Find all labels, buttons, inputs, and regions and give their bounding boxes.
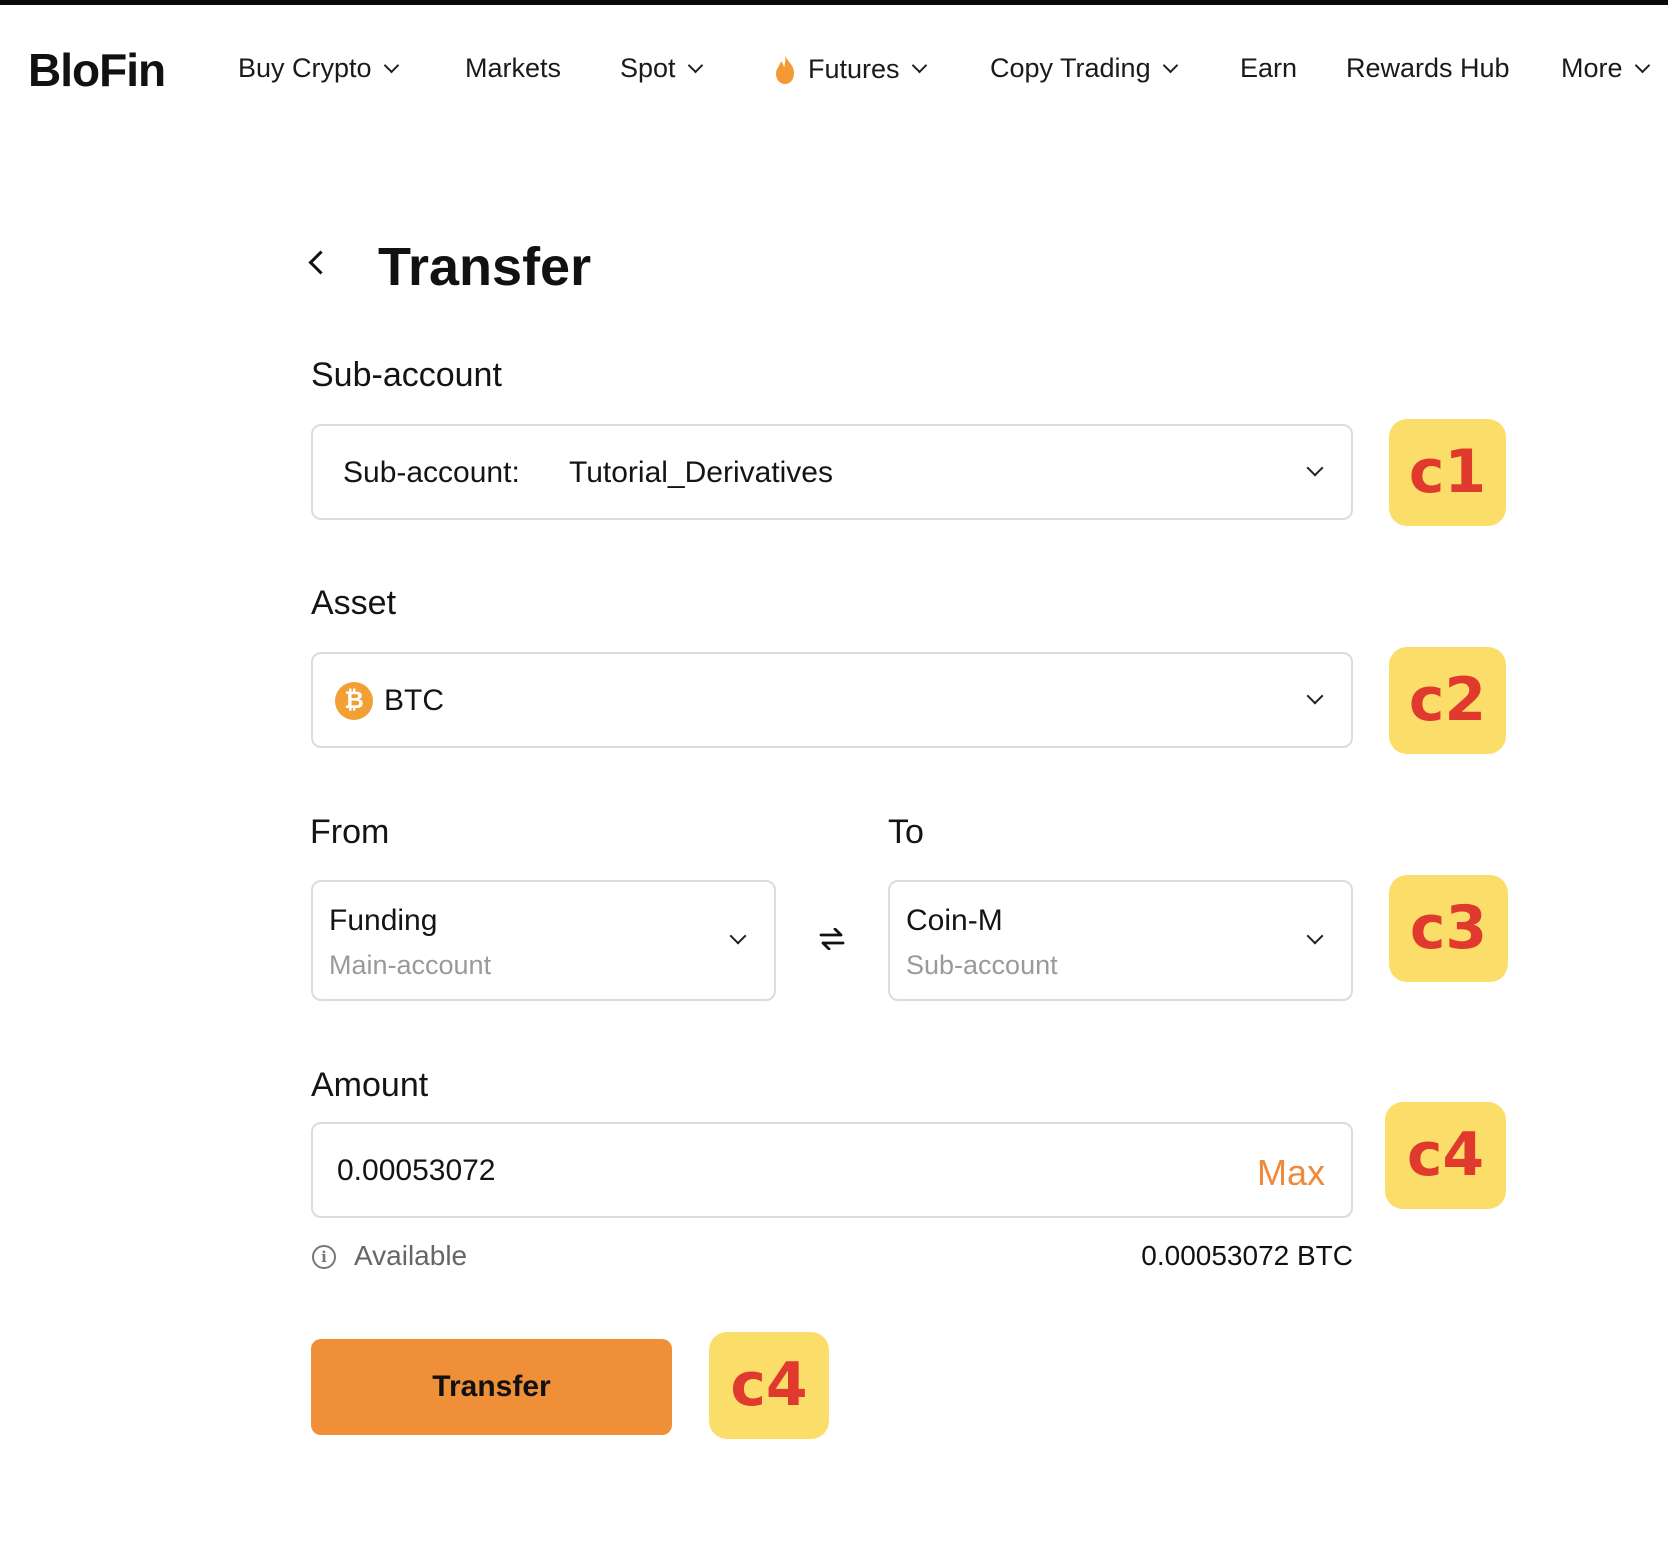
bitcoin-icon: ₿	[335, 682, 373, 720]
chevron-down-icon	[1306, 687, 1324, 705]
amount-label: Amount	[311, 1066, 429, 1104]
from-label: From	[310, 813, 390, 851]
nav-rewards-hub[interactable]: Rewards Hub	[1346, 53, 1510, 84]
to-account-name: Coin-M	[906, 904, 1003, 937]
transfer-button[interactable]: Transfer	[311, 1339, 672, 1435]
subaccount-label: Sub-account	[311, 356, 502, 394]
subaccount-select[interactable]: Sub-account: Tutorial_Derivatives	[311, 424, 1353, 520]
available-label: Available	[354, 1240, 468, 1271]
asset-value: BTC	[384, 684, 444, 717]
back-arrow-icon[interactable]	[308, 250, 333, 275]
annotation-badge-c2: c2	[1389, 647, 1506, 754]
nav-futures[interactable]: Futures	[772, 53, 927, 85]
nav-earn[interactable]: Earn	[1240, 53, 1297, 84]
chevron-down-icon	[1306, 927, 1324, 945]
nav-more[interactable]: More	[1561, 53, 1650, 84]
amount-input[interactable]: 0.00053072 Max	[311, 1122, 1353, 1218]
to-account-select[interactable]: Coin-M Sub-account	[888, 880, 1353, 1001]
max-button[interactable]: Max	[1257, 1152, 1325, 1194]
annotation-badge-c4: c4	[1385, 1102, 1506, 1209]
chevron-down-icon	[1306, 459, 1324, 477]
chevron-down-icon	[383, 57, 399, 73]
to-account-type: Sub-account	[906, 950, 1058, 980]
flame-icon	[776, 54, 794, 84]
from-account-type: Main-account	[329, 950, 492, 980]
subaccount-value: Tutorial_Derivatives	[569, 456, 833, 489]
chevron-down-icon	[911, 57, 927, 74]
available-value: 0.00053072 BTC	[1141, 1240, 1353, 1271]
chevron-down-icon	[1634, 57, 1650, 73]
annotation-badge-c1: c1	[1389, 419, 1506, 526]
nav-markets[interactable]: Markets	[465, 53, 561, 84]
amount-value: 0.00053072	[337, 1154, 496, 1187]
from-account-name: Funding	[329, 904, 438, 937]
asset-select[interactable]: ₿ BTC	[311, 652, 1353, 748]
to-label: To	[888, 813, 924, 851]
nav-copy-trading[interactable]: Copy Trading	[990, 53, 1178, 84]
subaccount-prefix: Sub-account:	[343, 456, 520, 489]
page-title: Transfer	[378, 237, 592, 297]
info-icon[interactable]: i	[312, 1245, 336, 1269]
chevron-down-icon	[729, 927, 747, 945]
top-navigation: BloFin Buy Crypto Markets Spot Futures C…	[0, 5, 1668, 139]
from-account-select[interactable]: Funding Main-account	[311, 880, 776, 1001]
asset-label: Asset	[311, 584, 397, 622]
nav-buy-crypto[interactable]: Buy Crypto	[238, 53, 399, 84]
chevron-down-icon	[687, 57, 703, 73]
annotation-badge-c3: c3	[1389, 875, 1508, 982]
annotation-badge-c4-button: c4	[709, 1332, 829, 1439]
blofin-logo[interactable]: BloFin	[28, 43, 166, 97]
nav-spot[interactable]: Spot	[620, 53, 703, 84]
swap-icon[interactable]	[819, 928, 845, 950]
chevron-down-icon	[1162, 57, 1178, 73]
